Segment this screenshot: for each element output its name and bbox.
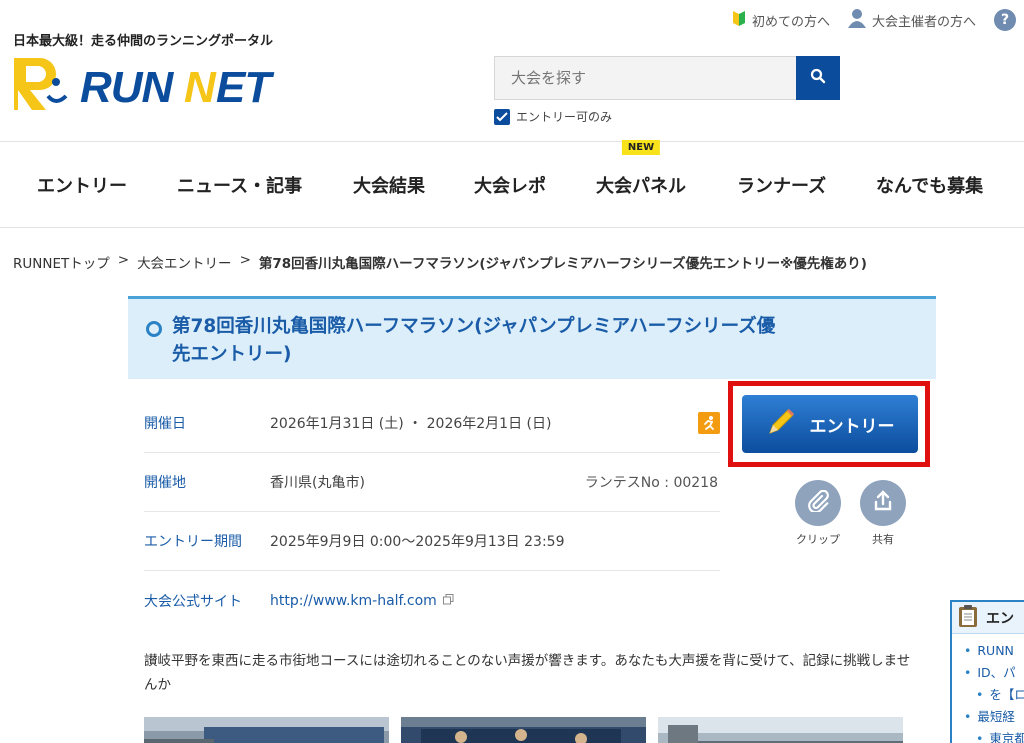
nav-item-results[interactable]: 大会結果 xyxy=(353,172,425,198)
runtes-number: ランテスNo : 00218 xyxy=(584,475,718,491)
paperclip-icon xyxy=(807,489,829,516)
side-panel-item[interactable]: を【ロ xyxy=(964,684,1024,706)
event-photo[interactable] xyxy=(144,717,389,743)
nav-item-runners[interactable]: ランナーズ xyxy=(737,172,826,198)
svg-text:ET: ET xyxy=(216,63,274,112)
info-value: 香川県(丸亀市) xyxy=(270,475,365,491)
side-panel-item[interactable]: RUNN xyxy=(964,640,1024,662)
search-button[interactable] xyxy=(796,56,840,100)
organizer-link-label: 大会主催者の方へ xyxy=(871,14,976,30)
share-label: 共有 xyxy=(872,533,894,546)
beginner-link-label: 初めての方へ xyxy=(751,14,830,30)
nav-item-news[interactable]: ニュース・記事 xyxy=(177,172,302,198)
beginner-link[interactable]: 初めての方へ xyxy=(732,9,830,31)
info-label: 開催地 xyxy=(144,475,186,491)
info-row-period: エントリー期間 2025年9月9日 0:00〜2025年9月13日 23:59 xyxy=(144,512,720,571)
clip-button[interactable] xyxy=(795,480,841,526)
breadcrumb-separator: > xyxy=(239,252,251,268)
person-icon xyxy=(847,8,866,32)
side-panel-item[interactable]: ID、パ xyxy=(964,662,1024,684)
runner-icon xyxy=(698,412,720,434)
side-panel-header: エン xyxy=(952,602,1024,634)
event-description: 讃岐平野を東西に走る市街地コースには途切れることのない声援が響きます。あなたも大… xyxy=(144,653,911,693)
event-title: 第78回香川丸亀国際ハーフマラソン(ジャパンプレミアハーフシリーズ優 先エントリ… xyxy=(172,316,776,365)
search-bar xyxy=(494,56,840,100)
beginner-icon xyxy=(732,9,746,31)
clip-label: クリップ xyxy=(796,533,840,546)
info-row-date: 開催日 2026年1月31日 (土) ・ 2026年2月1日 (日) xyxy=(144,394,720,453)
svg-text:RUN: RUN xyxy=(80,63,175,112)
event-photo[interactable] xyxy=(401,717,646,743)
breadcrumb-separator: > xyxy=(117,252,130,268)
top-links: 初めての方へ 大会主催者の方へ ? xyxy=(732,8,1016,32)
help-icon[interactable]: ? xyxy=(994,9,1016,31)
svg-text:N: N xyxy=(184,63,217,112)
side-panel-item[interactable]: 最短経 xyxy=(964,706,1024,728)
new-badge: NEW xyxy=(621,140,661,155)
info-value: 2025年9月9日 0:00〜2025年9月13日 23:59 xyxy=(270,534,565,550)
organizer-link[interactable]: 大会主催者の方へ xyxy=(847,8,976,32)
entry-only-checkbox[interactable] xyxy=(494,108,510,125)
official-site-link[interactable]: http://www.km-half.com xyxy=(270,593,437,609)
event-photos xyxy=(144,717,903,743)
main-nav: エントリー ニュース・記事 大会結果 大会レポ NEW 大会パネル ランナーズ … xyxy=(0,140,1024,228)
nav-divider xyxy=(0,227,1024,228)
entry-only-filter[interactable]: エントリー可のみ xyxy=(494,108,612,125)
side-notice-panel: エン RUNN ID、パ を【ロ 最短経 東京都 xyxy=(950,600,1024,743)
site-tagline: 日本最大級！走る仲間のランニングポータル xyxy=(13,34,274,49)
info-label: 開催日 xyxy=(144,416,186,432)
runnet-logo[interactable]: RUN N ET xyxy=(12,52,302,114)
external-link-icon xyxy=(442,593,454,609)
clipboard-icon xyxy=(958,604,978,632)
nav-item-entry[interactable]: エントリー xyxy=(37,172,127,198)
nav-item-reports[interactable]: 大会レポ xyxy=(474,172,546,198)
breadcrumb: RUNNETトップ > 大会エントリー > 第78回香川丸亀国際ハーフマラソン(… xyxy=(13,252,867,272)
info-label: エントリー期間 xyxy=(144,534,242,550)
entry-only-label: エントリー可のみ xyxy=(516,110,613,124)
side-panel-item[interactable]: 東京都 xyxy=(964,728,1024,743)
info-value: 2026年1月31日 (土) ・ 2026年2月1日 (日) xyxy=(270,416,552,432)
nav-item-panel[interactable]: NEW 大会パネル xyxy=(596,140,686,198)
entry-button-label: エントリー xyxy=(809,416,895,437)
event-header: 第78回香川丸亀国際ハーフマラソン(ジャパンプレミアハーフシリーズ優 先エントリ… xyxy=(128,299,936,379)
info-row-venue: 開催地 香川県(丸亀市) ランテスNo : 00218 xyxy=(144,453,720,512)
breadcrumb-home[interactable]: RUNNETトップ xyxy=(13,252,110,272)
title-bullet-icon xyxy=(146,321,162,337)
side-panel-list: RUNN ID、パ を【ロ 最短経 東京都 xyxy=(952,634,1024,743)
side-panel-title: エン xyxy=(986,610,1014,627)
info-row-website: 大会公式サイト http://www.km-half.com xyxy=(144,571,720,630)
event-info-table: 開催日 2026年1月31日 (土) ・ 2026年2月1日 (日) 開催地 香… xyxy=(144,394,720,630)
event-card: 第78回香川丸亀国際ハーフマラソン(ジャパンプレミアハーフシリーズ優 先エントリ… xyxy=(128,296,936,743)
share-icon xyxy=(872,490,894,516)
nav-item-recruit[interactable]: なんでも募集 xyxy=(876,172,983,198)
breadcrumb-current: 第78回香川丸亀国際ハーフマラソン(ジャパンプレミアハーフシリーズ優先エントリー… xyxy=(258,256,867,272)
search-icon xyxy=(810,68,826,88)
breadcrumb-entry[interactable]: 大会エントリー xyxy=(137,252,232,272)
info-label: 大会公式サイト xyxy=(144,593,242,610)
event-photo[interactable] xyxy=(658,717,903,743)
share-button[interactable] xyxy=(860,480,906,526)
search-input[interactable] xyxy=(494,56,796,100)
entry-button[interactable]: エントリー xyxy=(742,395,918,453)
pencil-icon xyxy=(766,407,796,442)
